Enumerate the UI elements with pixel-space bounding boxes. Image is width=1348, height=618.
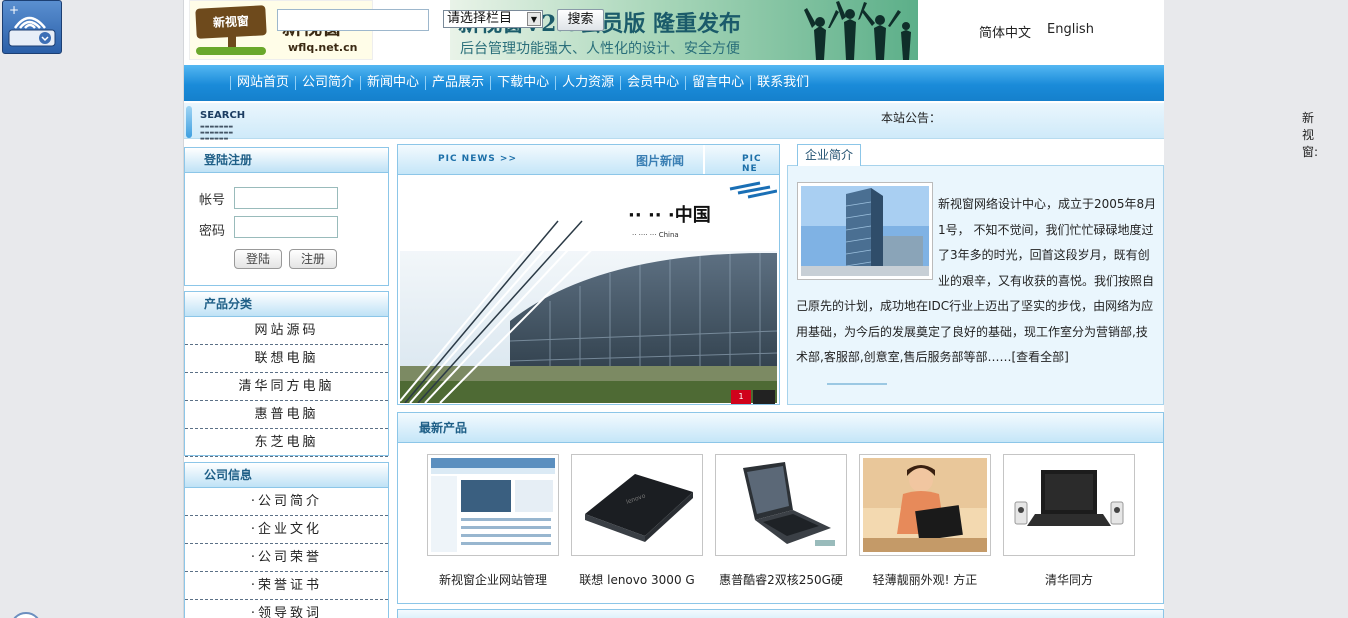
nav-about[interactable]: 公司简介 — [295, 76, 360, 90]
company-intro-body: 新视窗网络设计中心，成立于2005年8月1号， 不知不觉间，我们忙忙碌碌地度过了… — [787, 165, 1164, 405]
nav-downloads[interactable]: 下载中心 — [490, 76, 555, 90]
company-info-item[interactable]: ·领导致词 — [185, 600, 388, 618]
newest-products-panel: 最新产品 lenovo 新视窗企业网站管理 联想 lenovo 3000 G 惠… — [397, 412, 1164, 604]
logo-url: wflq.net.cn — [288, 41, 358, 54]
register-button[interactable]: 注册 — [289, 249, 337, 269]
product-name[interactable]: 新视窗企业网站管理 — [418, 571, 568, 588]
product-thumbnail[interactable] — [427, 454, 559, 556]
banner-silhouettes-icon — [804, 1, 911, 60]
product-name[interactable]: 清华同方 — [994, 571, 1144, 588]
product-name[interactable]: 联想 lenovo 3000 G — [562, 571, 712, 588]
pic-news-en-label-repeat: PIC NE — [742, 154, 762, 174]
product-name[interactable]: 轻薄靓丽外观! 方正 — [850, 571, 1000, 588]
product-thumbnail[interactable] — [715, 454, 847, 556]
company-info-title: 公司信息 — [185, 463, 388, 488]
lang-english[interactable]: English — [1047, 22, 1094, 37]
category-item[interactable]: 惠普电脑 — [185, 401, 388, 429]
category-item[interactable]: 清华同方电脑 — [185, 373, 388, 401]
svg-text:·· ·· ·中国: ·· ·· ·中国 — [628, 204, 711, 226]
svg-text:·· ···· ··· China: ·· ···· ··· China — [632, 231, 679, 239]
login-panel: 登陆注册 帐号 密码 登陆 注册 — [184, 147, 389, 286]
company-intro-text: 新视窗网络设计中心，成立于2005年8月1号， 不知不觉间，我们忙忙碌碌地度过了… — [796, 192, 1158, 371]
tab-company-intro[interactable]: 企业简介 — [797, 144, 861, 166]
newest-products-title: 最新产品 — [398, 413, 1163, 443]
nav-guestbook[interactable]: 留言中心 — [685, 76, 750, 90]
desktop-right-area — [1164, 0, 1348, 618]
password-label: 密码 — [199, 224, 226, 239]
notice-scroll-text[interactable]: 新视窗: — [1302, 109, 1318, 160]
category-item[interactable]: 东芝电脑 — [185, 429, 388, 457]
desktop-left-area — [0, 0, 184, 618]
search-button[interactable]: 搜索 — [557, 9, 604, 31]
login-button[interactable]: 登陆 — [234, 249, 282, 269]
company-info-item[interactable]: ·荣誉证书 — [185, 572, 388, 600]
category-item[interactable]: 联想电脑 — [185, 345, 388, 373]
category-select[interactable]: 请选择栏目 ▼ — [443, 10, 543, 28]
header-banner[interactable]: 新视窗V2.0会员版 隆重发布 后台管理功能强大、人性化的设计、安全方便 — [450, 0, 918, 60]
nav-members[interactable]: 会员中心 — [620, 76, 685, 90]
product-thumbnail[interactable] — [859, 454, 991, 556]
lang-simplified-chinese[interactable]: 简体中文 — [979, 22, 1031, 41]
nav-hr[interactable]: 人力资源 — [555, 76, 620, 90]
chevron-down-icon[interactable]: ▼ — [527, 12, 541, 26]
account-label: 帐号 — [199, 193, 226, 208]
category-item[interactable]: 网站源码 — [185, 317, 388, 345]
intro-divider — [827, 383, 887, 385]
picture-news-header: PIC NEWS >> 图片新闻 PIC NE — [398, 145, 779, 175]
search-logo-decoration: ▬▬▬▬▬▬▬ ▬▬▬▬▬▬▬ ▬▬▬▬▬▬ — [200, 124, 234, 142]
news-slide-image[interactable]: ·· ·· ·中国 ·· ···· ··· China — [400, 181, 777, 403]
notice-label: 本站公告： — [881, 111, 942, 125]
slide-page-button[interactable]: 1 — [731, 390, 751, 404]
product-thumbnail[interactable] — [1003, 454, 1135, 556]
pic-news-en-label: PIC NEWS >> — [438, 154, 517, 164]
category-select-value: 请选择栏目 — [447, 11, 513, 26]
next-section-header — [397, 609, 1164, 618]
banner-subtitle: 后台管理功能强大、人性化的设计、安全方便 — [460, 41, 740, 57]
nav-home[interactable]: 网站首页 — [230, 76, 295, 90]
company-info-item[interactable]: ·企业文化 — [185, 516, 388, 544]
search-logo: SEARCH ▬▬▬▬▬▬▬ ▬▬▬▬▬▬▬ ▬▬▬▬▬▬ — [186, 106, 266, 142]
slide-page-button-inactive[interactable] — [753, 390, 775, 404]
nav-news[interactable]: 新闻中心 — [360, 76, 425, 90]
picture-news-panel: PIC NEWS >> 图片新闻 PIC NE ·· ·· ·中国 ·· ···… — [397, 144, 780, 405]
product-name[interactable]: 惠普酷睿2双核250G硬 — [706, 571, 856, 588]
nav-contact[interactable]: 联系我们 — [750, 76, 815, 90]
logo-sign-text: 新视窗 — [212, 14, 250, 30]
search-bar: SEARCH ▬▬▬▬▬▬▬ ▬▬▬▬▬▬▬ ▬▬▬▬▬▬ 本站公告： 新视窗: — [184, 103, 1318, 159]
login-panel-title: 登陆注册 — [185, 148, 388, 173]
password-field[interactable] — [234, 216, 338, 238]
company-info-panel: 公司信息 ·公司简介 ·企业文化 ·公司荣誉 ·荣誉证书 ·领导致词 — [184, 462, 389, 618]
nav-products[interactable]: 产品展示 — [425, 76, 490, 90]
company-info-item[interactable]: ·公司简介 — [185, 488, 388, 516]
search-input[interactable] — [277, 9, 429, 31]
product-categories-title: 产品分类 — [185, 292, 388, 317]
logo-signboard: 新视窗 — [195, 5, 267, 55]
account-field[interactable] — [234, 187, 338, 209]
pic-news-cn-label[interactable]: 图片新闻 — [636, 152, 684, 169]
product-categories-panel: 产品分类 网站源码 联想电脑 清华同方电脑 惠普电脑 东芝电脑 — [184, 291, 389, 457]
svg-text:+: + — [9, 4, 19, 17]
main-nav: 网站首页 公司简介 新闻中心 产品展示 下载中心 人力资源 会员中心 留言中心 … — [184, 65, 1164, 101]
company-info-item[interactable]: ·公司荣誉 — [185, 544, 388, 572]
company-intro-panel: 企业简介 新视窗网络设计中心，成立于2005年8月1号， 不知不觉间，我们忙忙碌… — [787, 144, 1164, 405]
search-logo-title: SEARCH — [200, 110, 246, 121]
product-thumbnail[interactable]: lenovo — [571, 454, 703, 556]
desktop-app-icon[interactable]: + — [2, 0, 62, 54]
